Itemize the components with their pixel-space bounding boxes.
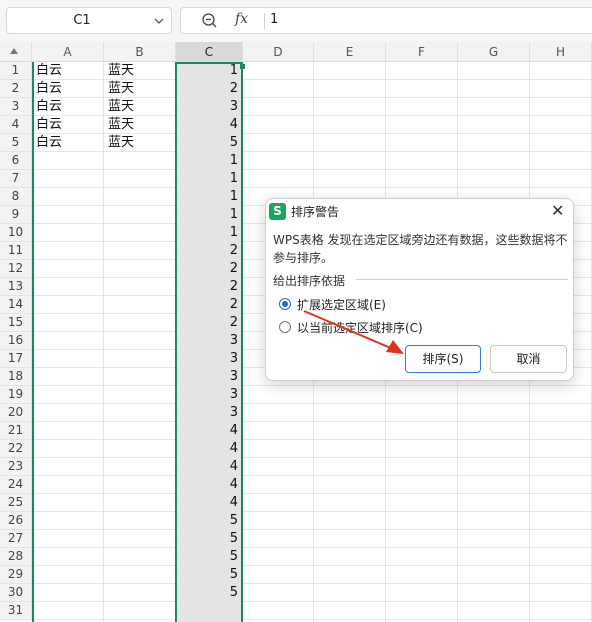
column-a-border (32, 62, 34, 622)
name-box-value: C1 (73, 13, 91, 28)
sort-basis-label: 给出排序依据 (273, 274, 346, 288)
column-header-g[interactable]: G (458, 42, 530, 62)
row-header-8[interactable]: 8 (0, 188, 32, 206)
row-header-12[interactable]: 12 (0, 260, 32, 278)
row-header-21[interactable]: 21 (0, 422, 32, 440)
row-header-9[interactable]: 9 (0, 206, 32, 224)
cell-a3[interactable]: 白云 (36, 98, 102, 116)
row-gridline (32, 619, 592, 620)
cell-a5[interactable]: 白云 (36, 134, 102, 152)
row-header-15[interactable]: 15 (0, 314, 32, 332)
row-gridline (32, 475, 592, 476)
row-header-18[interactable]: 18 (0, 368, 32, 386)
cell-b3[interactable]: 蓝天 (108, 98, 174, 116)
row-gridline (32, 547, 592, 548)
row-header-1[interactable]: 1 (0, 62, 32, 80)
cell-a4[interactable]: 白云 (36, 116, 102, 134)
row-gridline (32, 421, 592, 422)
row-header-16[interactable]: 16 (0, 332, 32, 350)
row-gridline (32, 511, 592, 512)
formula-bar: C1 fx 1 (0, 0, 592, 42)
row-gridline (32, 457, 592, 458)
row-header-14[interactable]: 14 (0, 296, 32, 314)
formula-separator (264, 13, 265, 29)
zoom-out-icon[interactable] (201, 12, 219, 34)
radio-current-selection[interactable] (279, 321, 291, 333)
row-gridline (32, 583, 592, 584)
column-header-e[interactable]: E (314, 42, 386, 62)
sort-button[interactable]: 排序(S) (405, 345, 481, 373)
row-header-23[interactable]: 23 (0, 458, 32, 476)
row-header-2[interactable]: 2 (0, 80, 32, 98)
row-header-24[interactable]: 24 (0, 476, 32, 494)
dialog-message: WPS表格 发现在选定区域旁边还有数据，这些数据将不参与排序。 (273, 233, 568, 265)
wps-logo-icon: S (269, 203, 286, 220)
row-gridline (32, 385, 592, 386)
function-icon[interactable]: fx (235, 11, 248, 27)
row-header-11[interactable]: 11 (0, 242, 32, 260)
column-header-d[interactable]: D (243, 42, 314, 62)
column-gridline (103, 62, 104, 622)
row-gridline (32, 403, 592, 404)
group-divider (356, 279, 568, 280)
chevron-down-icon[interactable] (153, 11, 165, 34)
column-header-h[interactable]: H (530, 42, 592, 62)
cell-b4[interactable]: 蓝天 (108, 116, 174, 134)
radio-expand-label[interactable]: 扩展选定区域(E) (297, 296, 386, 313)
row-header-22[interactable]: 22 (0, 440, 32, 458)
row-header-29[interactable]: 29 (0, 566, 32, 584)
row-gridline (32, 187, 592, 188)
radio-current-label[interactable]: 以当前选定区域排序(C) (297, 319, 423, 336)
cancel-button[interactable]: 取消 (490, 345, 567, 373)
row-header-13[interactable]: 13 (0, 278, 32, 296)
row-gridline (32, 601, 592, 602)
row-gridline (32, 169, 592, 170)
row-header-27[interactable]: 27 (0, 530, 32, 548)
row-header-5[interactable]: 5 (0, 134, 32, 152)
sort-warning-dialog: S 排序警告 ✕ WPS表格 发现在选定区域旁边还有数据，这些数据将不参与排序。… (265, 198, 574, 381)
column-header-f[interactable]: F (386, 42, 458, 62)
row-header-20[interactable]: 20 (0, 404, 32, 422)
formula-value[interactable]: 1 (270, 12, 278, 27)
row-header-6[interactable]: 6 (0, 152, 32, 170)
cell-b1[interactable]: 蓝天 (108, 62, 174, 80)
column-header-c[interactable]: C (176, 42, 243, 62)
row-header-25[interactable]: 25 (0, 494, 32, 512)
cell-a2[interactable]: 白云 (36, 80, 102, 98)
row-header-10[interactable]: 10 (0, 224, 32, 242)
close-icon[interactable]: ✕ (551, 201, 564, 220)
row-header-17[interactable]: 17 (0, 350, 32, 368)
row-gridline (32, 529, 592, 530)
row-header-30[interactable]: 30 (0, 584, 32, 602)
row-gridline (32, 493, 592, 494)
radio-expand-selection[interactable] (279, 298, 291, 310)
row-header-28[interactable]: 28 (0, 548, 32, 566)
cell-b5[interactable]: 蓝天 (108, 134, 174, 152)
row-header-3[interactable]: 3 (0, 98, 32, 116)
cell-a1[interactable]: 白云 (36, 62, 102, 80)
column-header-b[interactable]: B (104, 42, 176, 62)
fill-handle[interactable] (240, 64, 245, 69)
row-header-26[interactable]: 26 (0, 512, 32, 530)
row-gridline (32, 439, 592, 440)
column-header-a[interactable]: A (32, 42, 104, 62)
row-gridline (32, 565, 592, 566)
row-header-31[interactable]: 31 (0, 602, 32, 620)
selection-border (175, 62, 243, 622)
row-header-19[interactable]: 19 (0, 386, 32, 404)
row-header-4[interactable]: 4 (0, 116, 32, 134)
name-box[interactable]: C1 (6, 7, 172, 34)
dialog-title: 排序警告 (291, 205, 340, 219)
cell-b2[interactable]: 蓝天 (108, 80, 174, 98)
select-all-corner[interactable] (0, 42, 32, 62)
formula-input[interactable]: fx 1 (180, 7, 592, 34)
select-all-icon (10, 48, 18, 54)
row-header-7[interactable]: 7 (0, 170, 32, 188)
